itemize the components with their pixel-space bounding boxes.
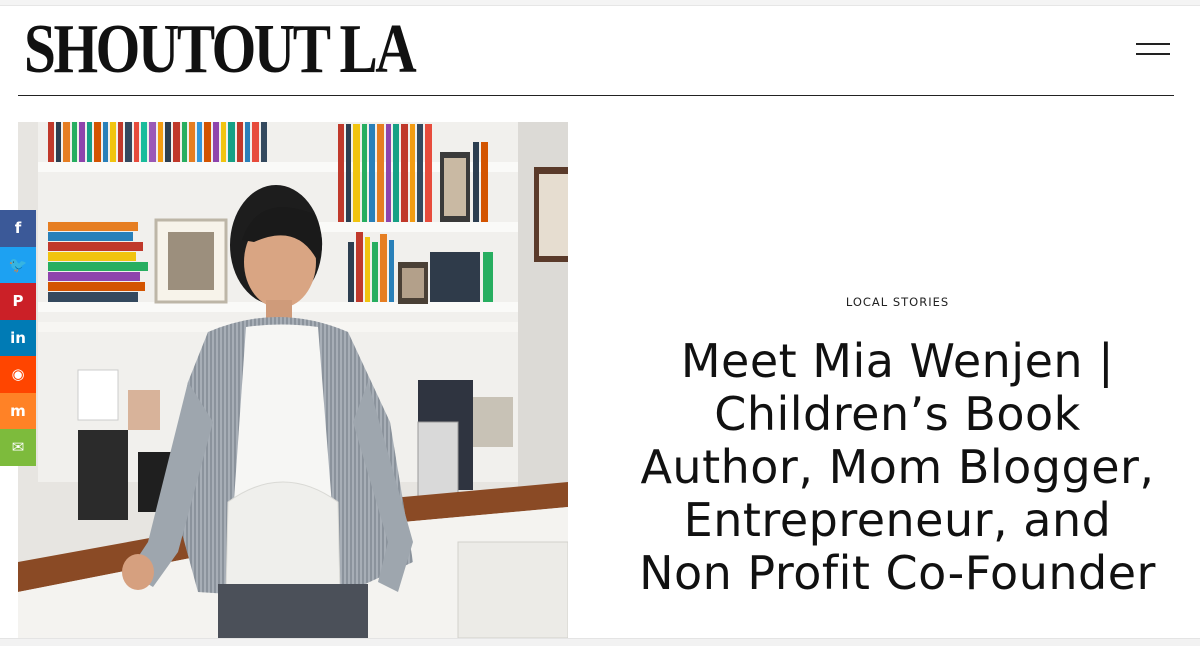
linkedin-icon: in [10,328,26,347]
menu-line [1136,43,1170,45]
email-icon: ✉ [11,438,25,457]
article-title: Meet Mia Wenjen | Children’s Book Author… [600,335,1195,600]
reddit-share-button[interactable]: ◉ [0,356,36,393]
title-line: Children’s Book [714,387,1081,441]
mix-icon: m [10,401,26,420]
hamburger-menu-icon[interactable] [1136,40,1170,58]
facebook-icon: f [14,219,22,238]
menu-line [1136,53,1170,55]
pinterest-share-button[interactable]: P [0,283,36,320]
linkedin-share-button[interactable]: in [0,319,36,356]
category-label[interactable]: LOCAL STORIES [600,295,1195,309]
email-share-button[interactable]: ✉ [0,429,36,466]
twitter-share-button[interactable]: 🐦 [0,246,36,283]
pinterest-icon: P [12,292,24,311]
article-header: LOCAL STORIES Meet Mia Wenjen | Children… [600,295,1195,600]
site-logo[interactable]: SHOUTOUT LA [24,14,417,86]
title-line: Non Profit Co-Founder [639,546,1156,600]
title-line: Entrepreneur, and [683,493,1112,547]
title-line: Author, Mom Blogger, [640,440,1155,494]
title-line: Meet Mia Wenjen | [680,334,1115,388]
facebook-share-button[interactable]: f [0,210,36,247]
social-share-bar: f 🐦 P in ◉ m ✉ [0,210,36,466]
twitter-icon: 🐦 [8,255,28,274]
bottom-scroll-edge [0,638,1200,646]
hero-photo [18,122,568,638]
mix-share-button[interactable]: m [0,392,36,429]
site-header: SHOUTOUT LA [18,6,1174,96]
reddit-icon: ◉ [11,365,25,384]
